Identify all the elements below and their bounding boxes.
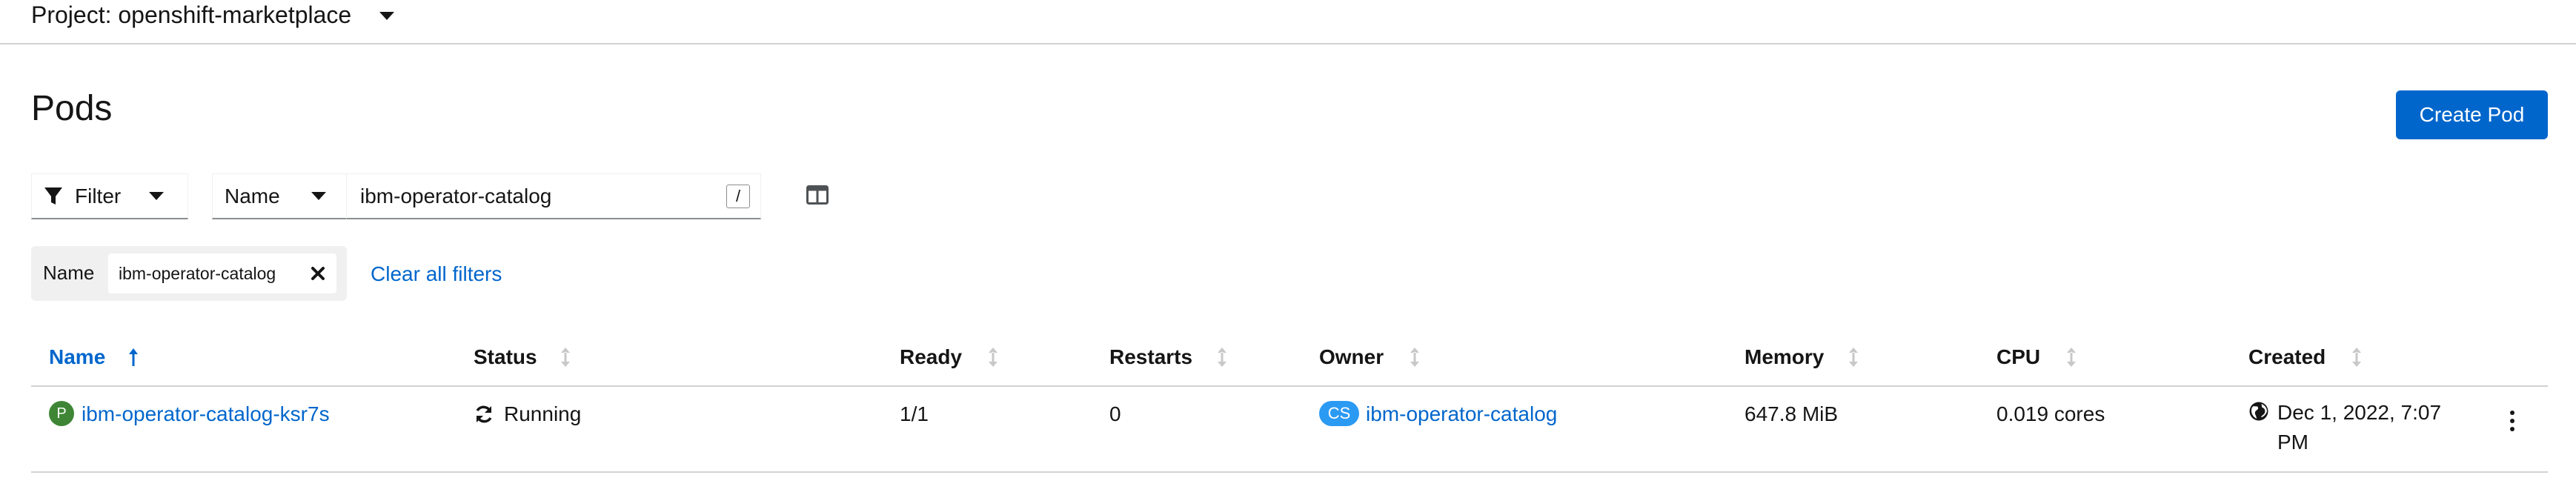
caret-down-icon [149,192,165,200]
globe-icon [2249,402,2268,421]
filter-type-select[interactable]: Name [212,173,347,219]
search-input[interactable] [359,183,703,209]
column-header-restarts[interactable]: Restarts [1109,344,1228,371]
pod-status: Running [504,402,582,425]
create-pod-button[interactable]: Create Pod [2396,90,2548,139]
column-header-status[interactable]: Status [474,344,571,371]
filter-chip: ibm-operator-catalog [108,253,336,293]
column-header-created[interactable]: Created [2248,344,2363,371]
column-header-memory[interactable]: Memory [1745,344,1859,371]
pod-ready: 1/1 [900,402,929,425]
sort-icon [560,348,570,367]
pod-memory: 647.8 MiB [1745,402,1839,425]
owner-resource-badge: CS [1319,401,1359,426]
filter-chip-group: Name ibm-operator-catalog [31,246,347,301]
pod-name-link[interactable]: ibm-operator-catalog-ksr7s [82,401,330,428]
pod-created-date: Dec 1, 2022, 7:07 PM [2277,398,2441,457]
project-selector[interactable]: Project: openshift-marketplace [31,0,395,30]
pod-created-line2: PM [2277,431,2308,454]
sort-icon [1849,348,1859,367]
search-field: / [346,173,761,219]
column-header-label: Ready [900,345,963,368]
caret-down-icon [311,192,326,200]
chip-category-label: Name [43,262,95,284]
sort-icon [1218,348,1227,367]
column-header-label: CPU [1996,345,2041,368]
column-header-label: Status [474,345,537,368]
filter-chip-label: ibm-operator-catalog [119,264,276,283]
column-header-label: Owner [1319,345,1384,368]
clear-all-filters-link[interactable]: Clear all filters [371,261,502,288]
column-header-name[interactable]: Name [49,344,139,371]
column-header-cpu[interactable]: CPU [1996,344,2077,371]
pod-resource-badge: P [49,401,74,426]
column-header-label: Name [49,345,106,368]
sort-icon [1410,348,1420,367]
column-header-ready[interactable]: Ready [900,344,999,371]
pod-created-line1: Dec 1, 2022, 7:07 [2277,401,2442,424]
sort-icon [2067,348,2077,367]
table-row-divider [31,471,2548,473]
caret-down-icon [379,11,395,20]
page-title: Pods [31,89,113,128]
sort-icon [989,348,998,367]
pod-restarts: 0 [1109,402,1121,425]
row-actions-kebab-icon[interactable] [2505,406,2520,436]
column-header-label: Restarts [1109,345,1193,368]
keyboard-shortcut-hint: / [726,185,750,208]
filter-dropdown-label: Filter [75,184,122,208]
project-selector-label: Project: openshift-marketplace [31,1,352,28]
sort-icon [2352,348,2362,367]
owner-link[interactable]: ibm-operator-catalog [1366,401,1557,428]
pod-cpu: 0.019 cores [1996,402,2105,425]
table-header-divider [31,385,2548,387]
column-header-owner[interactable]: Owner [1319,344,1421,371]
filter-icon [44,187,62,205]
column-header-label: Created [2248,345,2326,368]
sort-ascending-icon [129,348,139,366]
close-icon[interactable] [307,262,329,285]
sync-icon [476,405,492,423]
column-header-label: Memory [1745,345,1825,368]
filter-type-label: Name [225,184,280,208]
columns-management-icon[interactable] [806,185,829,205]
project-bar: Project: openshift-marketplace [0,0,2576,44]
filter-dropdown[interactable]: Filter [31,173,188,219]
